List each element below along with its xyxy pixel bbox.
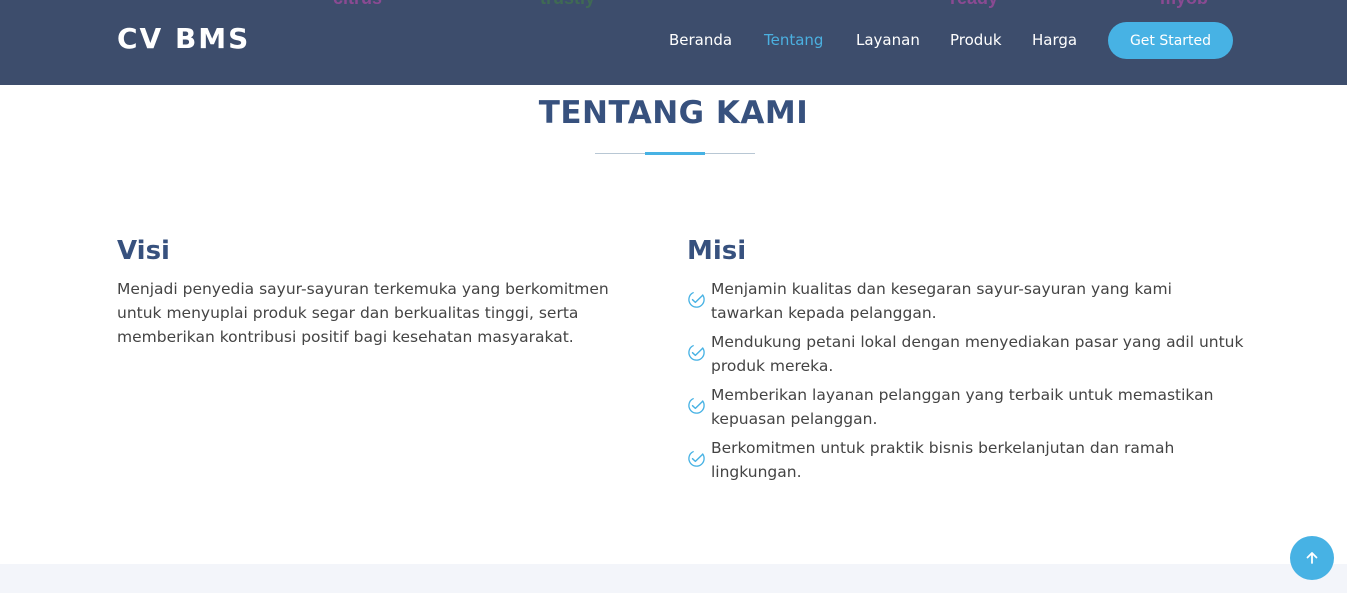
nav-tentang[interactable]: Tentang [764, 31, 823, 49]
partner-logo: trustly [540, 0, 595, 9]
misi-item-text: Menjamin kualitas dan kesegaran sayur-sa… [711, 280, 1172, 322]
partner-logo: myob [1160, 0, 1208, 9]
check-circle-icon [688, 450, 705, 467]
section-title: TENTANG KAMI [538, 95, 809, 131]
misi-item-text: Mendukung petani lokal dengan menyediaka… [711, 333, 1244, 375]
partner-logo-strip: citrus trustly ready myob [0, 0, 1347, 8]
get-started-button[interactable]: Get Started [1108, 22, 1233, 59]
misi-heading: Misi [687, 236, 747, 266]
next-section-band [0, 564, 1347, 593]
visi-text: Menjadi penyedia sayur-sayuran terkemuka… [117, 280, 609, 346]
list-item: Berkomitmen untuk praktik bisnis berkela… [687, 436, 1247, 484]
nav-layanan[interactable]: Layanan [856, 31, 920, 49]
arrow-up-icon [1306, 552, 1318, 564]
list-item: Menjamin kualitas dan kesegaran sayur-sa… [687, 277, 1247, 325]
misi-item-text: Berkomitmen untuk praktik bisnis berkela… [711, 439, 1175, 481]
back-to-top-button[interactable] [1290, 536, 1334, 580]
check-circle-icon [688, 344, 705, 361]
visi-heading: Visi [117, 236, 170, 266]
misi-list: Menjamin kualitas dan kesegaran sayur-sa… [687, 277, 1247, 489]
check-circle-icon [688, 291, 705, 308]
list-item: Memberikan layanan pelanggan yang terbai… [687, 383, 1247, 431]
nav-harga[interactable]: Harga [1032, 31, 1077, 49]
site-header: citrus trustly ready myob CV BMS Beranda… [0, 0, 1347, 85]
nav-beranda[interactable]: Beranda [669, 31, 732, 49]
misi-item-text: Memberikan layanan pelanggan yang terbai… [711, 386, 1214, 428]
title-divider-accent [645, 152, 705, 155]
nav-produk[interactable]: Produk [950, 31, 1002, 49]
list-item: Mendukung petani lokal dengan menyediaka… [687, 330, 1247, 378]
partner-logo: citrus [333, 0, 382, 9]
partner-logo: ready [950, 0, 998, 9]
check-circle-icon [688, 397, 705, 414]
